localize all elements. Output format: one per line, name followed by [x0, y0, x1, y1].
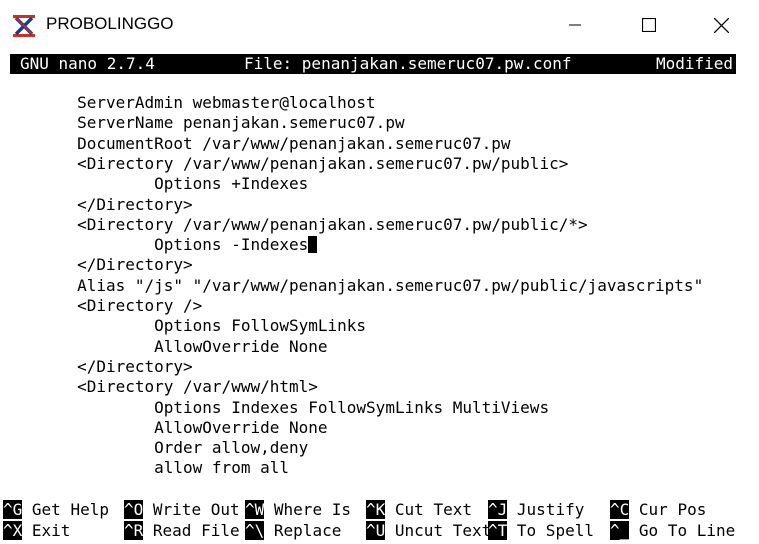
modified-status: Modified — [656, 54, 734, 73]
shortcut-key: ^_ — [610, 521, 630, 540]
title-bar: PROBOLINGGO — [0, 0, 759, 50]
shortcut-label: Cur Pos — [638, 500, 707, 519]
shortcut-label: Justify — [516, 500, 585, 519]
shortcut-write-out[interactable]: ^O Write Out — [124, 500, 240, 520]
editor-line-with-cursor: Options -Indexes — [0, 235, 318, 255]
shortcut-exit[interactable]: ^X Exit — [3, 521, 70, 541]
nano-version: GNU nano 2.7.4 — [20, 54, 155, 73]
editor-line: ServerAdmin webmaster@localhost — [0, 93, 376, 112]
editor-line: Options FollowSymLinks — [0, 316, 367, 336]
shortcut-label: Cut Text — [394, 500, 472, 519]
window-title: PROBOLINGGO — [46, 14, 174, 33]
editor-line: allow from all — [0, 458, 289, 478]
maximize-button[interactable] — [626, 0, 672, 50]
shortcut-label: Exit — [31, 521, 71, 540]
app-icon[interactable] — [12, 14, 36, 38]
shortcut-read-file[interactable]: ^R Read File — [124, 521, 240, 541]
editor-line: Alias "/js" "/var/www/penanjakan.semeruc… — [0, 275, 704, 295]
shortcut-go-to-line[interactable]: ^_ Go To Line — [610, 521, 735, 541]
shortcut-justify[interactable]: ^J Justify — [488, 500, 584, 520]
shortcut-cur-pos[interactable]: ^C Cur Pos — [610, 500, 706, 520]
editor-line: AllowOverride None — [0, 336, 328, 356]
shortcut-label: Get Help — [31, 500, 109, 519]
maximize-icon — [642, 18, 656, 32]
editor-line: Options +Indexes — [0, 174, 309, 194]
shortcut-key: ^C — [610, 500, 630, 519]
shortcut-label: Uncut Text — [394, 521, 492, 540]
editor-line: ServerName penanjakan.semeruc07.pw — [0, 113, 405, 133]
shortcut-key: ^O — [124, 500, 144, 519]
text-cursor — [308, 236, 318, 254]
shortcut-key: ^U — [366, 521, 386, 540]
shortcut-where-is[interactable]: ^W Where Is — [245, 500, 351, 520]
editor-line: <Directory /var/www/penanjakan.semeruc07… — [0, 153, 569, 173]
editor-line: Options Indexes FollowSymLinks MultiView… — [0, 397, 550, 417]
shortcut-key: ^J — [488, 500, 508, 519]
editor-line: AllowOverride None — [0, 417, 328, 437]
editor-line: Order allow,deny — [0, 438, 309, 458]
shortcut-replace[interactable]: ^\ Replace — [245, 521, 341, 541]
shortcut-label: Replace — [273, 521, 342, 540]
shortcut-get-help[interactable]: ^G Get Help — [3, 500, 109, 520]
shortcut-key: ^\ — [245, 521, 265, 540]
close-icon — [713, 17, 729, 33]
shortcut-label: To Spell — [516, 521, 594, 540]
editor-line: </Directory> — [0, 356, 193, 376]
shortcut-label: Read File — [152, 521, 240, 540]
close-button[interactable] — [698, 0, 744, 50]
shortcut-label: Where Is — [273, 500, 351, 519]
shortcut-to-spell[interactable]: ^T To Spell — [488, 521, 594, 541]
shortcut-key: ^G — [3, 500, 23, 519]
nano-header-bar: GNU nano 2.7.4 File: penanjakan.semeruc0… — [10, 54, 736, 74]
shortcut-bar: ^G Get Help ^O Write Out ^W Where Is ^K … — [0, 498, 759, 542]
shortcut-uncut-text[interactable]: ^U Uncut Text — [366, 521, 491, 541]
editor-line: </Directory> — [0, 194, 193, 214]
editor-line: <Directory /> — [0, 296, 203, 315]
shortcut-label: Write Out — [152, 500, 240, 519]
minimize-icon — [569, 24, 581, 26]
shortcut-key: ^X — [3, 521, 23, 540]
shortcut-cut-text[interactable]: ^K Cut Text — [366, 500, 472, 520]
shortcut-key: ^W — [245, 500, 265, 519]
shortcut-key: ^T — [488, 521, 508, 540]
shortcut-key: ^K — [366, 500, 386, 519]
editor-line: DocumentRoot /var/www/penanjakan.semeruc… — [0, 133, 511, 153]
editor-line: <Directory /var/www/html> — [0, 377, 318, 397]
shortcut-label: Go To Line — [638, 521, 736, 540]
minimize-button[interactable] — [552, 0, 598, 50]
editor-line: </Directory> — [0, 255, 193, 275]
terminal-area[interactable]: GNU nano 2.7.4 File: penanjakan.semeruc0… — [0, 50, 759, 544]
shortcut-key: ^R — [124, 521, 144, 540]
editor-line-text: Options -Indexes — [0, 235, 309, 255]
file-name: File: penanjakan.semeruc07.pw.conf — [244, 54, 572, 73]
editor-line: <Directory /var/www/penanjakan.semeruc07… — [0, 214, 588, 234]
